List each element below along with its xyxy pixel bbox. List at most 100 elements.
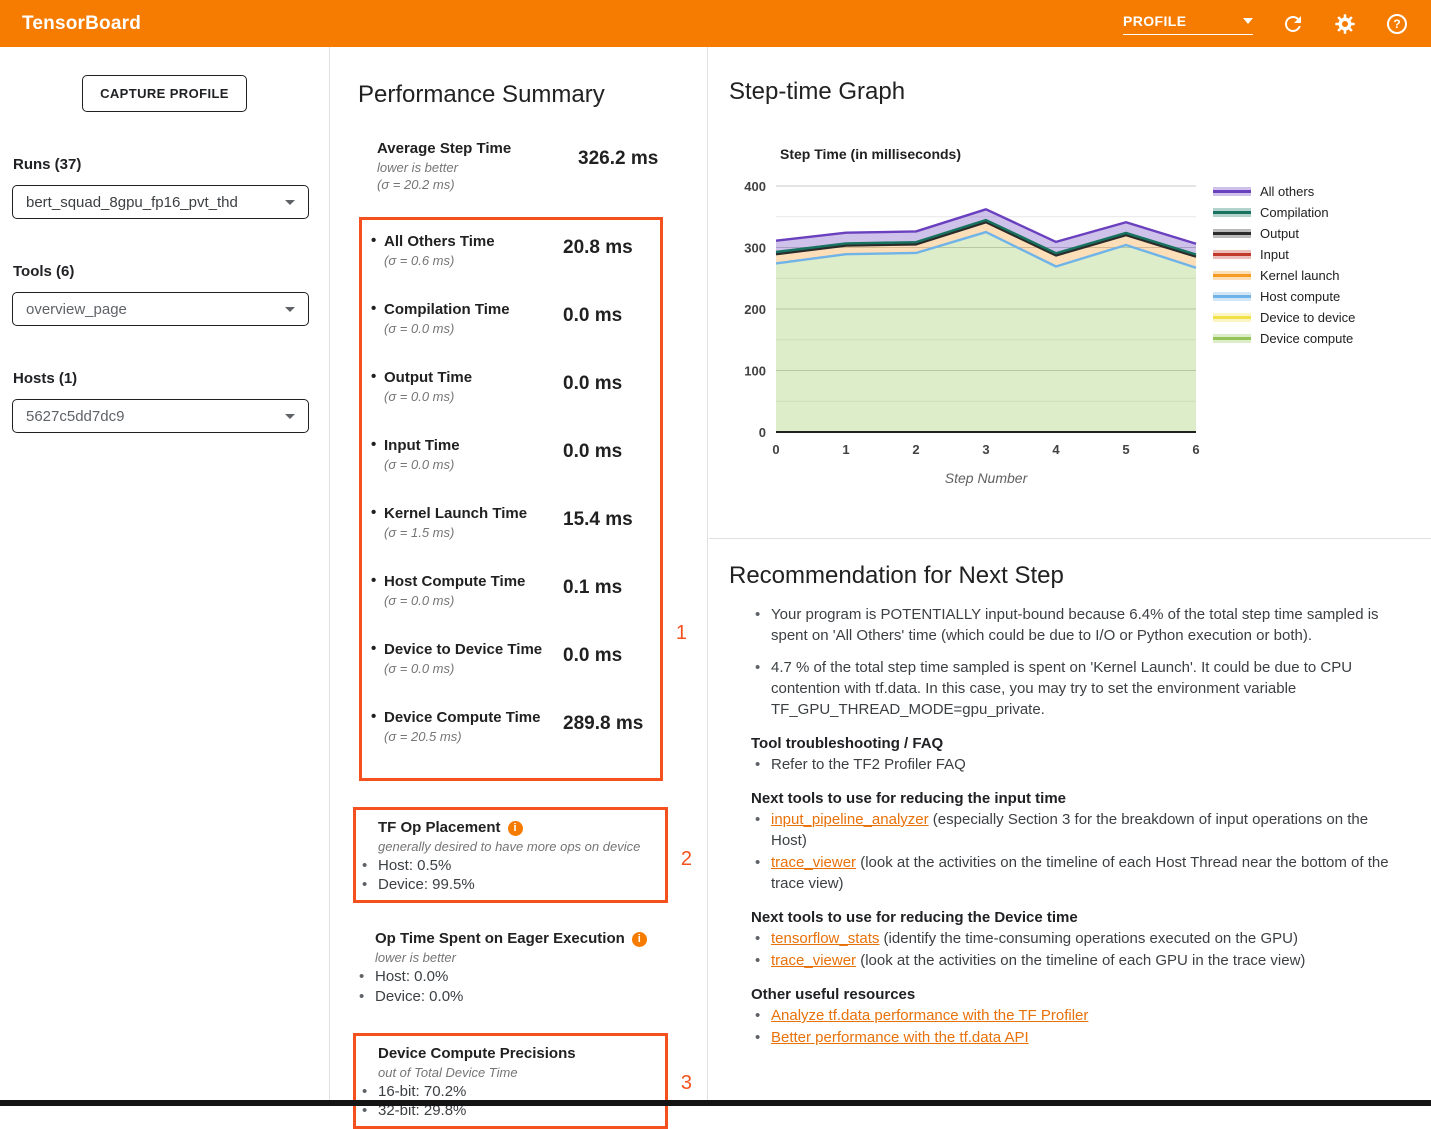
metric-label: All Others Time [384, 232, 563, 252]
eager-execution-title: Op Time Spent on Eager Execution [375, 929, 625, 949]
eager-execution-section: Op Time Spent on Eager Execution lower i… [353, 929, 668, 1007]
capture-profile-button[interactable]: CAPTURE PROFILE [82, 75, 247, 112]
metric-label: Kernel Launch Time [384, 504, 563, 524]
input-pipeline-analyzer-link[interactable]: input_pipeline_analyzer [771, 811, 929, 828]
settings-gear-icon[interactable] [1333, 12, 1357, 36]
metric-value: 15.4 ms [563, 509, 633, 541]
step-time-graph-title: Step-time Graph [729, 77, 1431, 106]
legend-swatch [1213, 248, 1251, 261]
help-icon[interactable]: ? [1385, 12, 1409, 36]
eager-device: Device: 0.0% [353, 987, 668, 1007]
runs-select[interactable]: bert_squad_8gpu_fp16_pvt_thd [12, 185, 309, 219]
annotation-number-3: 3 [681, 1072, 692, 1095]
tfdata-api-link[interactable]: Better performance with the tf.data API [771, 1029, 1029, 1046]
precision-16bit: 16-bit: 70.2% [356, 1082, 665, 1101]
bullet-dot: • [362, 368, 384, 405]
tools-select-value: overview_page [26, 301, 127, 318]
annotation-box-2: TF Op Placement generally desired to hav… [353, 807, 668, 903]
legend-swatch [1213, 206, 1251, 219]
header-actions: PROFILE ? [1123, 12, 1409, 36]
legend-swatch [1213, 185, 1251, 198]
tfdata-profiler-link[interactable]: Analyze tf.data performance with the TF … [771, 1007, 1088, 1024]
refresh-icon[interactable] [1281, 12, 1305, 36]
metric-label: Input Time [384, 436, 563, 456]
tool-item: input_pipeline_analyzer (especially Sect… [751, 809, 1405, 851]
tools-label: Tools (6) [13, 263, 329, 280]
average-step-time-hint: lower is better [377, 159, 578, 176]
x-axis-label: Step Number [776, 470, 1196, 486]
tf-op-placement-device: Device: 99.5% [356, 875, 665, 894]
metric-value: 20.8 ms [563, 237, 633, 269]
metric-sigma: (σ = 0.0 ms) [384, 592, 563, 609]
metric-value: 0.0 ms [563, 441, 622, 473]
metric-row: • All Others Time (σ = 0.6 ms) 20.8 ms [362, 232, 660, 269]
step-time-panel: Step-time Graph Step Time (in millisecon… [709, 47, 1431, 1106]
trace-viewer-link[interactable]: trace_viewer [771, 854, 856, 871]
metric-row: • Host Compute Time (σ = 0.0 ms) 0.1 ms [362, 572, 660, 609]
dashboard-select[interactable]: PROFILE [1123, 13, 1253, 35]
legend-label: Compilation [1260, 205, 1329, 220]
bullet-dot: • [362, 436, 384, 473]
tensorflow-stats-link[interactable]: tensorflow_stats [771, 930, 879, 947]
info-icon[interactable] [508, 821, 523, 836]
runs-select-value: bert_squad_8gpu_fp16_pvt_thd [26, 194, 238, 211]
hosts-select-value: 5627c5dd7dc9 [26, 408, 124, 425]
legend-item: Input [1213, 244, 1355, 265]
recommendation-bullet: Your program is POTENTIALLY input-bound … [751, 604, 1405, 646]
metric-value: 0.0 ms [563, 373, 622, 405]
svg-text:1: 1 [842, 442, 849, 457]
bullet-dot: • [362, 504, 384, 541]
svg-text:2: 2 [912, 442, 919, 457]
eager-host: Host: 0.0% [353, 967, 668, 987]
metric-value: 0.0 ms [563, 305, 622, 337]
info-icon[interactable] [632, 932, 647, 947]
metric-row: • Input Time (σ = 0.0 ms) 0.0 ms [362, 436, 660, 473]
annotation-number-1: 1 [676, 622, 687, 645]
legend-label: Output [1260, 226, 1299, 241]
average-step-time-label: Average Step Time [377, 139, 578, 159]
svg-text:100: 100 [744, 364, 766, 379]
svg-text:300: 300 [744, 241, 766, 256]
chart-legend: All othersCompilationOutputInputKernel l… [1213, 181, 1355, 349]
average-step-time-row: Average Step Time lower is better (σ = 2… [377, 139, 679, 193]
metric-row: • Kernel Launch Time (σ = 1.5 ms) 15.4 m… [362, 504, 660, 541]
legend-swatch [1213, 227, 1251, 240]
average-step-time-sigma: (σ = 20.2 ms) [377, 176, 578, 193]
legend-label: Input [1260, 247, 1289, 262]
metric-value: 289.8 ms [563, 713, 643, 745]
tool-item: trace_viewer (look at the activities on … [751, 852, 1405, 894]
legend-label: Host compute [1260, 289, 1340, 304]
app-title: TensorBoard [22, 13, 141, 35]
step-time-chart-area: Step Time (in milliseconds) 010020030040… [709, 106, 1431, 538]
recommendation-title: Recommendation for Next Step [729, 561, 1405, 590]
tf-op-placement-title: TF Op Placement [378, 818, 501, 838]
sidebar: CAPTURE PROFILE Runs (37) bert_squad_8gp… [0, 47, 330, 1106]
metric-sigma: (σ = 0.0 ms) [384, 660, 563, 677]
resource-item: Analyze tf.data performance with the TF … [751, 1005, 1405, 1026]
svg-text:5: 5 [1122, 442, 1129, 457]
performance-summary-title: Performance Summary [358, 80, 707, 109]
metric-label: Device to Device Time [384, 640, 563, 660]
tool-item-desc: (look at the activities on the timeline … [771, 854, 1389, 892]
trace-viewer-link[interactable]: trace_viewer [771, 952, 856, 969]
metric-row: • Device to Device Time (σ = 0.0 ms) 0.0… [362, 640, 660, 677]
metric-row: • Compilation Time (σ = 0.0 ms) 0.0 ms [362, 300, 660, 337]
bullet-dot: • [362, 572, 384, 609]
metric-label: Device Compute Time [384, 708, 563, 728]
hosts-select[interactable]: 5627c5dd7dc9 [12, 399, 309, 433]
metric-row: • Device Compute Time (σ = 20.5 ms) 289.… [362, 708, 660, 745]
tools-select[interactable]: overview_page [12, 292, 309, 326]
metric-sigma: (σ = 1.5 ms) [384, 524, 563, 541]
chevron-down-icon [285, 307, 295, 312]
legend-swatch [1213, 290, 1251, 303]
tool-item-desc: (identify the time-consuming operations … [879, 930, 1298, 947]
svg-text:?: ? [1393, 17, 1400, 31]
legend-item: Kernel launch [1213, 265, 1355, 286]
bullet-dot: • [362, 232, 384, 269]
metric-label: Host Compute Time [384, 572, 563, 592]
svg-text:200: 200 [744, 302, 766, 317]
annotation-box-1: • All Others Time (σ = 0.6 ms) 20.8 ms •… [359, 217, 663, 781]
metric-label: Output Time [384, 368, 563, 388]
svg-text:400: 400 [744, 179, 766, 194]
metric-sigma: (σ = 20.5 ms) [384, 728, 563, 745]
